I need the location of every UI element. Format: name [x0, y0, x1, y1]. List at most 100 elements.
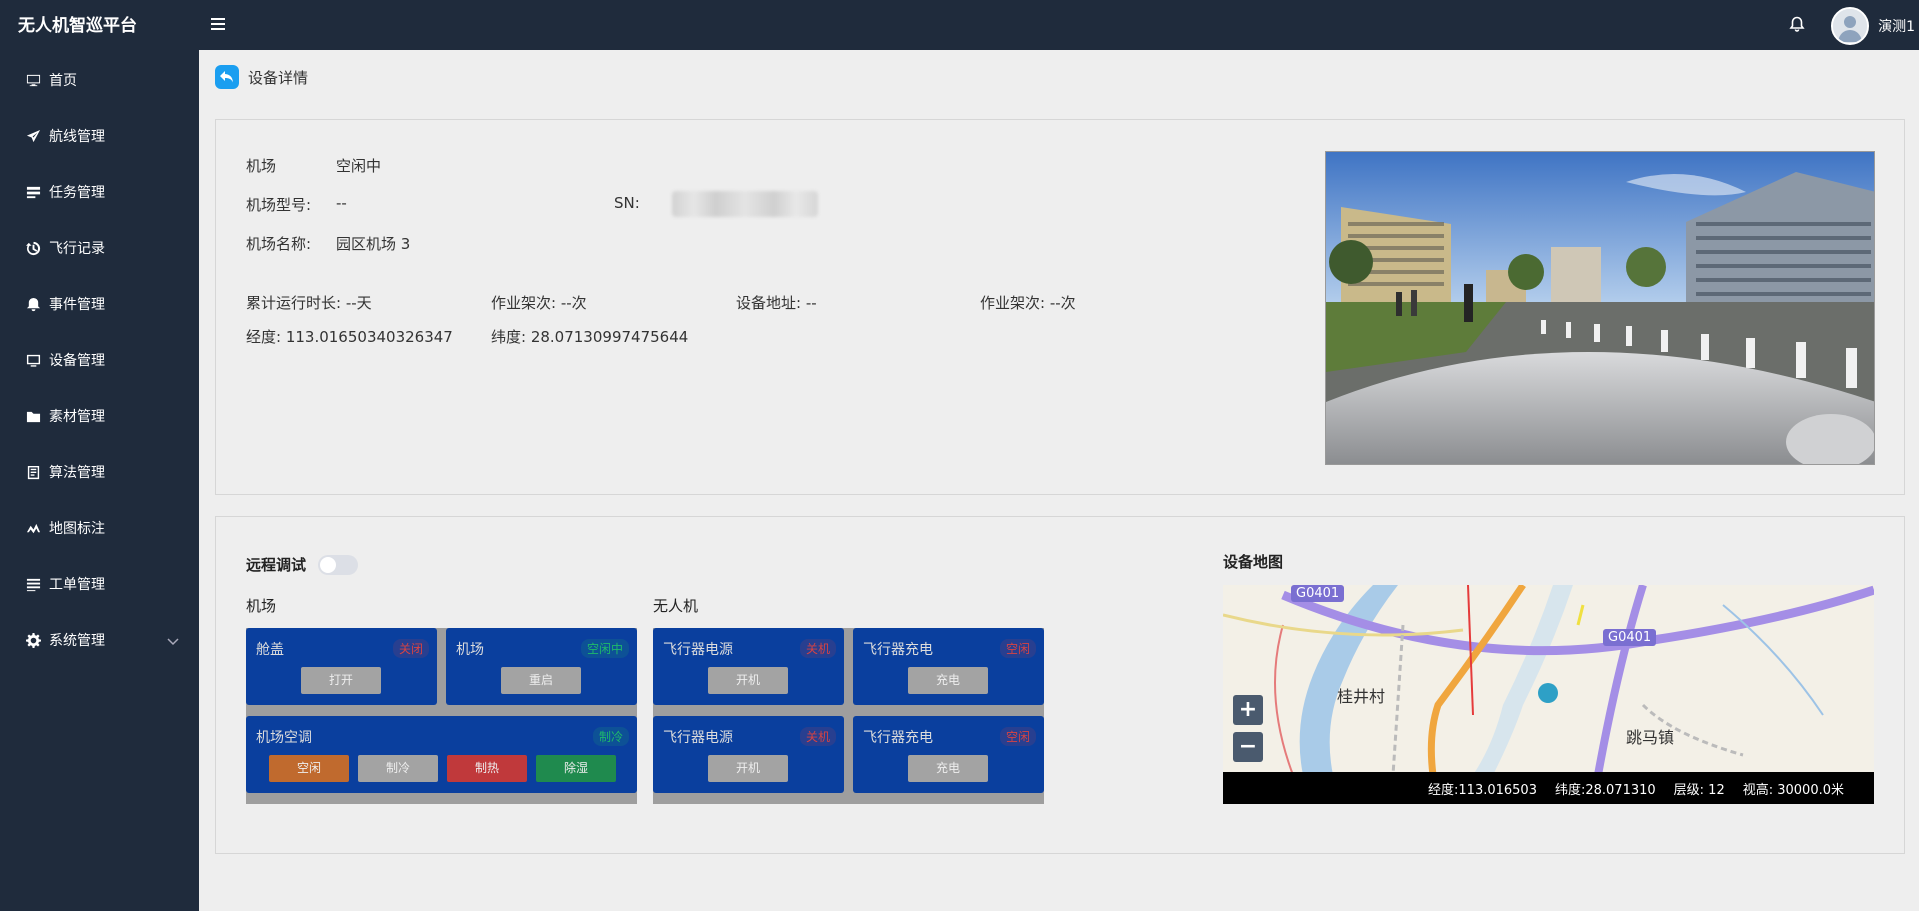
map-pin-icon — [24, 519, 42, 537]
sidebar-item-label: 素材管理 — [49, 409, 105, 425]
device-address: 设备地址: -- — [736, 294, 817, 312]
map-longitude: 经度:113.016503 — [1428, 782, 1537, 798]
ac-dehumidify-button[interactable]: 除湿 — [536, 755, 616, 782]
airport-tile: 机场 空闲中 重启 — [446, 628, 637, 705]
map-latitude: 纬度:28.071310 — [1554, 782, 1656, 798]
road-shield: G0401 — [1291, 585, 1345, 602]
name-label: 机场名称: — [246, 235, 312, 253]
folder-icon — [24, 407, 42, 425]
open-hatch-button[interactable]: 打开 — [301, 667, 381, 694]
airport-label: 机场 — [246, 157, 277, 175]
sidebar-item-label: 算法管理 — [49, 465, 105, 481]
status-badge: 关机 — [799, 639, 836, 658]
map-place-label-2: 跳马镇 — [1626, 728, 1675, 747]
sidebar-item-label: 地图标注 — [49, 521, 105, 537]
sidebar-item-map-annotation[interactable]: 地图标注 — [0, 500, 199, 556]
app-title: 无人机智巡平台 — [18, 16, 137, 36]
sidebar-item-routes[interactable]: 航线管理 — [0, 108, 199, 164]
road-shield-2: G0401 — [1603, 629, 1657, 646]
map-view-height: 视高: 30000.0米 — [1742, 782, 1844, 798]
zoom-in-button[interactable]: + — [1233, 695, 1263, 725]
ac-tile: 机场空调 制冷 空闲 制冷 制热 除湿 — [246, 716, 637, 793]
device-map[interactable]: G0401 G0401 桂井村 跳马镇 + − 经度:113.016503 纬度… — [1223, 585, 1874, 804]
sidebar: 无人机智巡平台 首页 航线管理 任务管理 飞行记录 事件管理 设备管理 素材管理… — [0, 0, 199, 911]
status-badge: 空闲 — [999, 639, 1036, 658]
history-icon — [24, 239, 42, 257]
username[interactable]: 演测1 — [1878, 16, 1915, 36]
sidebar-item-label: 系统管理 — [49, 633, 105, 649]
sidebar-item-label: 工单管理 — [49, 577, 105, 593]
tile-name: 飞行器电源 — [663, 642, 733, 658]
plane-icon — [24, 127, 42, 145]
sidebar-item-events[interactable]: 事件管理 — [0, 276, 199, 332]
sidebar-item-devices[interactable]: 设备管理 — [0, 332, 199, 388]
map-zoom-level: 层级: 12 — [1673, 782, 1725, 798]
model-label: 机场型号: — [246, 196, 312, 214]
tile-name: 机场空调 — [256, 730, 312, 746]
drone-charge-tile: 飞行器充电 空闲 充电 — [853, 628, 1044, 705]
sidebar-item-label: 设备管理 — [49, 353, 105, 369]
list-icon — [24, 575, 42, 593]
map-place-label: 桂井村 — [1337, 687, 1386, 706]
power-on-button-2[interactable]: 开机 — [708, 755, 788, 782]
status-badge: 关闭 — [392, 639, 429, 658]
control-panel: 远程调试 机场 无人机 舱盖 关闭 打开 机场 空闲中 重启 机场空调 制冷 空… — [215, 516, 1905, 854]
sidebar-item-label: 事件管理 — [49, 297, 105, 313]
drone-tiles: 飞行器电源 关机 开机 飞行器充电 空闲 充电 飞行器电源 关机 开机 飞行器充… — [653, 628, 1044, 804]
sn-label: SN: — [614, 194, 640, 212]
model-value: -- — [336, 194, 347, 212]
map-status-bar: 经度:113.016503 纬度:28.071310 层级: 12 视高: 30… — [1223, 772, 1874, 804]
ac-cool-button[interactable]: 制冷 — [358, 755, 438, 782]
map-title: 设备地图 — [1223, 553, 1284, 571]
page-title: 设备详情 — [248, 68, 309, 87]
status-badge: 空闲中 — [580, 639, 629, 658]
camera-feed — [1325, 151, 1875, 465]
device-info-panel: 机场 空闲中 机场型号: -- SN: 机场名称: 园区机场 3 累计运行时长:… — [215, 119, 1905, 495]
menu-toggle-icon[interactable] — [211, 18, 225, 32]
status-badge: 制冷 — [592, 727, 629, 746]
remote-debug: 远程调试 — [246, 554, 359, 575]
sorties-2: 作业架次: --次 — [980, 294, 1076, 312]
gear-icon — [24, 631, 42, 649]
airport-group-title: 机场 — [246, 597, 277, 615]
device-icon — [24, 351, 42, 369]
back-arrow-icon — [220, 71, 233, 83]
sidebar-item-flight-records[interactable]: 飞行记录 — [0, 220, 199, 276]
sidebar-item-work-orders[interactable]: 工单管理 — [0, 556, 199, 612]
back-button[interactable] — [215, 65, 239, 89]
notification-bell-icon[interactable] — [1789, 16, 1807, 34]
airport-tiles: 舱盖 关闭 打开 机场 空闲中 重启 机场空调 制冷 空闲 制冷 制热 除湿 — [246, 628, 637, 804]
tile-name: 飞行器电源 — [663, 730, 733, 746]
name-value: 园区机场 3 — [336, 235, 411, 253]
charge-button-2[interactable]: 充电 — [908, 755, 988, 782]
ac-heat-button[interactable]: 制热 — [447, 755, 527, 782]
drone-group-title: 无人机 — [653, 597, 699, 615]
ac-idle-button[interactable]: 空闲 — [269, 755, 349, 782]
remote-debug-label: 远程调试 — [246, 556, 307, 574]
charge-button[interactable]: 充电 — [908, 667, 988, 694]
tasks-icon — [24, 183, 42, 201]
power-on-button[interactable]: 开机 — [708, 667, 788, 694]
latitude: 纬度: 28.07130997475644 — [491, 328, 689, 346]
sn-value-redacted — [672, 191, 818, 217]
sidebar-item-home[interactable]: 首页 — [0, 52, 199, 108]
bell-icon — [24, 295, 42, 313]
sidebar-item-materials[interactable]: 素材管理 — [0, 388, 199, 444]
sidebar-item-tasks[interactable]: 任务管理 — [0, 164, 199, 220]
status-badge: 关机 — [799, 727, 836, 746]
chevron-down-icon — [167, 635, 179, 651]
sidebar-item-system[interactable]: 系统管理 — [0, 612, 199, 668]
page-header: 设备详情 — [215, 64, 308, 90]
restart-button[interactable]: 重启 — [501, 667, 581, 694]
zoom-out-button[interactable]: − — [1233, 732, 1263, 762]
sidebar-item-label: 首页 — [49, 73, 77, 89]
sidebar-item-algorithms[interactable]: 算法管理 — [0, 444, 199, 500]
remote-debug-toggle[interactable] — [318, 554, 359, 575]
sidebar-item-label: 航线管理 — [49, 129, 105, 145]
tile-name: 飞行器充电 — [863, 642, 933, 658]
drone-power-tile: 飞行器电源 关机 开机 — [653, 628, 844, 705]
sidebar-item-label: 飞行记录 — [49, 241, 105, 257]
monitor-icon — [24, 71, 42, 89]
avatar[interactable] — [1831, 7, 1869, 45]
sorties: 作业架次: --次 — [491, 294, 587, 312]
